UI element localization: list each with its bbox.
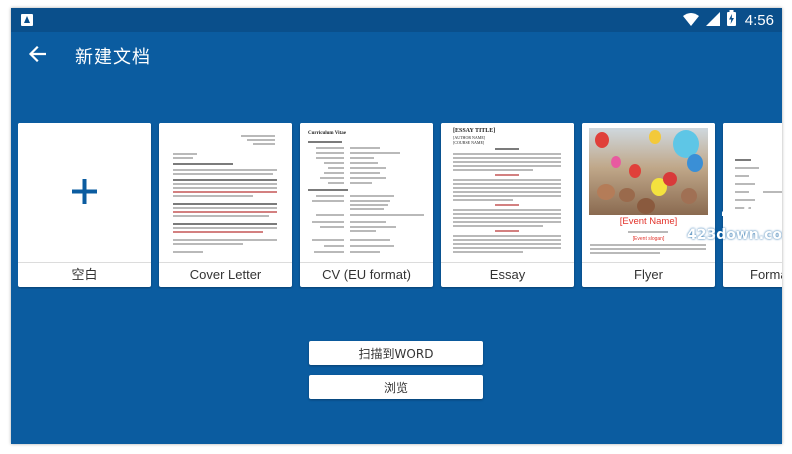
template-list[interactable]: 空白 Cover Letter Curriculum Vitae CV (EU … [18,123,782,289]
template-card-cover-letter[interactable]: Cover Letter [159,123,292,287]
arrow-left-icon [28,45,47,66]
template-card-blank[interactable]: 空白 [18,123,151,287]
template-label: Flyer [634,267,663,282]
browse-button[interactable]: 浏览 [309,375,483,399]
status-bar: 4:56 [11,8,782,32]
essay-thumb-title: [ESSAY TITLE] [453,128,496,134]
page-title: 新建文档 [75,47,151,68]
template-thumbnail: Curriculum Vitae [300,123,433,262]
cv-thumb-title: Curriculum Vitae [308,131,346,136]
app-window: 4:56 新建文档 空白 Cover Letter Curriculum Vit… [11,8,782,444]
template-thumbnail [18,123,151,262]
template-card-cv[interactable]: Curriculum Vitae CV (EU format) [300,123,433,287]
template-label: Forma [750,267,782,282]
template-label: Essay [489,267,526,282]
watermark: 423 423down.com [677,200,782,252]
essay-thumb-course: [COURSE NAME] [453,140,485,145]
template-label: CV (EU format) [322,267,411,282]
app-notification-icon [21,14,33,26]
app-bar: 新建文档 [11,32,782,80]
back-button[interactable] [23,42,51,70]
watermark-logo: 423 [721,200,765,225]
watermark-text: 423down.com [687,227,782,243]
wifi-icon [682,11,699,30]
status-time: 4:56 [744,11,774,29]
template-thumbnail [159,123,292,262]
template-label: 空白 [71,267,98,282]
status-icons: 4:56 [682,10,774,30]
scan-to-word-button[interactable]: 扫描到WORD [309,341,483,365]
template-card-essay[interactable]: [ESSAY TITLE] [AUTHOR NAME] [COURSE NAME… [441,123,574,287]
battery-charging-icon [726,10,736,30]
signal-icon [705,11,720,30]
template-thumbnail: [ESSAY TITLE] [AUTHOR NAME] [COURSE NAME… [441,123,574,262]
template-label: Cover Letter [189,267,262,282]
plus-icon [72,179,97,208]
